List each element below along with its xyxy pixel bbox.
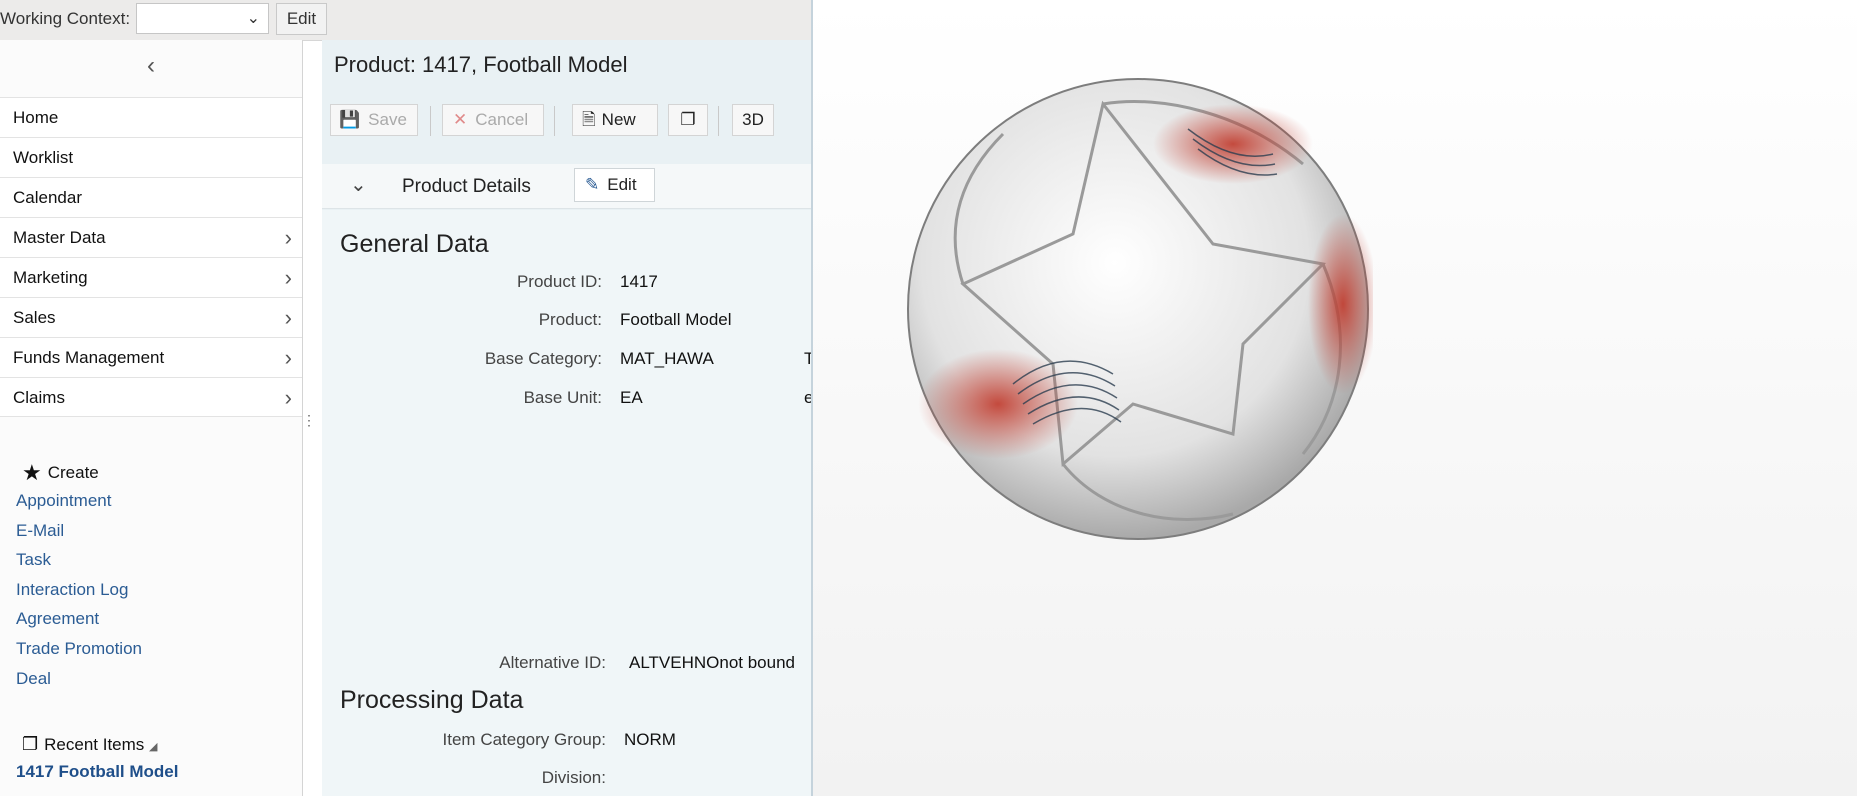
3d-button[interactable]: 3D bbox=[732, 104, 774, 136]
field-base-category: Base Category: MAT_HAWA T bbox=[484, 349, 815, 368]
copy-button[interactable]: ❐ bbox=[668, 104, 708, 136]
chevron-right-icon: › bbox=[284, 385, 292, 410]
processing-data-title: Processing Data bbox=[340, 686, 524, 714]
save-button[interactable]: 💾 Save bbox=[330, 104, 418, 136]
save-icon: 💾 bbox=[339, 110, 361, 129]
create-link-agreement[interactable]: Agreement bbox=[16, 604, 142, 634]
working-context-bar: Working Context: ⌄ Edit bbox=[0, 0, 811, 41]
close-icon: ✕ bbox=[453, 110, 468, 129]
toolbar-separator bbox=[430, 106, 431, 136]
chevron-right-icon: › bbox=[284, 345, 292, 370]
create-links: Appointment E-Mail Task Interaction Log … bbox=[16, 486, 142, 693]
chevron-right-icon: › bbox=[284, 305, 292, 330]
chevron-down-icon: ⌄ bbox=[246, 10, 260, 27]
left-navigation: ‹ Home Worklist Calendar Master Data › Ma… bbox=[0, 40, 303, 796]
field-product: Product: Football Model bbox=[538, 310, 732, 329]
create-link-task[interactable]: Task bbox=[16, 545, 142, 575]
copy-icon: ❐ bbox=[680, 110, 696, 129]
working-context-select[interactable]: ⌄ bbox=[136, 3, 269, 34]
football-3d-model[interactable] bbox=[903, 74, 1373, 544]
recent-items-icon: ❐ bbox=[22, 734, 39, 754]
create-link-email[interactable]: E-Mail bbox=[16, 516, 142, 546]
toolbar-separator bbox=[554, 106, 555, 136]
field-base-unit: Base Unit: EA e bbox=[523, 388, 814, 407]
field-alternative-id: Alternative ID: ALTVEHNOnot bound bbox=[499, 653, 795, 672]
product-details-content: General Data Product ID: 1417 Product: F… bbox=[322, 210, 815, 796]
nav-item-master-data[interactable]: Master Data › bbox=[0, 217, 302, 257]
working-context-label: Working Context: bbox=[0, 9, 131, 28]
cancel-button[interactable]: ✕ Cancel bbox=[442, 104, 544, 136]
product-details-section-header[interactable]: ⌄ Product Details ✎ Edit bbox=[322, 164, 811, 209]
new-button[interactable]: 🗎 New bbox=[572, 104, 658, 136]
working-context-edit-button[interactable]: Edit bbox=[276, 3, 327, 35]
nav-item-sales[interactable]: Sales › bbox=[0, 297, 302, 337]
chevron-down-icon[interactable]: ⌄ bbox=[350, 172, 367, 197]
chevron-right-icon: › bbox=[284, 225, 292, 250]
create-link-trade-promotion[interactable]: Trade Promotion bbox=[16, 634, 142, 664]
create-link-deal[interactable]: Deal bbox=[16, 664, 142, 694]
create-link-appointment[interactable]: Appointment bbox=[16, 486, 142, 516]
product-main-panel: Product: 1417, Football Model 💾 Save ✕ Can… bbox=[322, 40, 815, 796]
3d-viewer[interactable] bbox=[813, 0, 1857, 796]
create-link-interaction-log[interactable]: Interaction Log bbox=[16, 575, 142, 605]
page-title: Product: 1417, Football Model bbox=[334, 52, 628, 77]
section-title: Product Details bbox=[402, 176, 531, 197]
general-data-title: General Data bbox=[340, 230, 489, 258]
new-document-icon: 🗎 bbox=[582, 110, 596, 129]
field-item-category-group: Item Category Group: NORM bbox=[442, 730, 676, 749]
nav-item-calendar[interactable]: Calendar bbox=[0, 177, 302, 217]
nav-item-worklist[interactable]: Worklist bbox=[0, 137, 302, 177]
nav-item-funds-management[interactable]: Funds Management › bbox=[0, 337, 302, 377]
chevron-right-icon: › bbox=[284, 265, 292, 290]
create-heading: ★ Create bbox=[22, 460, 99, 485]
expand-triangle-icon: ◢ bbox=[149, 741, 158, 753]
recent-items-heading[interactable]: ❐ Recent Items ◢ bbox=[22, 734, 158, 755]
edit-icon: ✎ bbox=[585, 175, 600, 194]
toolbar-separator bbox=[718, 106, 719, 136]
recent-item-link[interactable]: 1417 Football Model bbox=[16, 762, 178, 782]
field-product-id: Product ID: 1417 bbox=[516, 272, 658, 291]
collapse-nav-icon[interactable]: ‹ bbox=[0, 48, 302, 84]
section-edit-button[interactable]: ✎ Edit bbox=[574, 168, 655, 202]
nav-list: Home Worklist Calendar Master Data › Mark… bbox=[0, 97, 302, 417]
nav-splitter-handle[interactable]: ⋮ bbox=[302, 413, 316, 440]
create-star-icon: ★ bbox=[22, 460, 42, 485]
nav-item-marketing[interactable]: Marketing › bbox=[0, 257, 302, 297]
nav-item-home[interactable]: Home bbox=[0, 97, 302, 137]
nav-item-claims[interactable]: Claims › bbox=[0, 377, 302, 417]
field-division: Division: bbox=[541, 768, 606, 787]
